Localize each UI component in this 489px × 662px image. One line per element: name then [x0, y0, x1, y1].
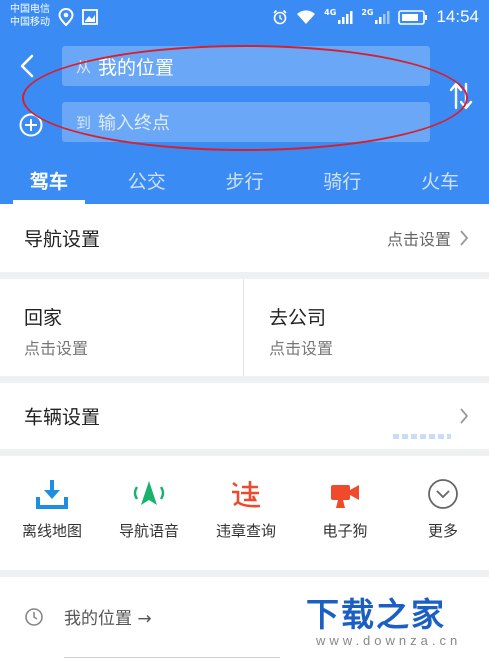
company-shortcut[interactable]: 去公司 点击设置: [245, 279, 489, 376]
navigation-settings-label: 导航设置: [24, 228, 101, 251]
tools-grid: 离线地图 导航语音 违章查询 电子狗 更多: [0, 456, 489, 570]
route-header: 从 我的位置 到 输入终点 驾车 公交 步行 骑行 火车: [0, 34, 489, 204]
speed-camera-label: 电子狗: [322, 522, 368, 540]
carrier-info: 中国电信 中国移动: [10, 3, 50, 29]
tab-train[interactable]: 火车: [391, 164, 489, 204]
clock: 14:54: [436, 7, 479, 26]
image-icon: [82, 9, 98, 25]
navigation-settings-action: 点击设置: [386, 230, 451, 249]
company-subtitle: 点击设置: [269, 339, 334, 358]
shortcut-places: 回家 点击设置 去公司 点击设置: [0, 279, 489, 376]
wifi-icon: [297, 10, 316, 24]
more-tools-label: 更多: [427, 522, 458, 540]
add-waypoint-button[interactable]: [18, 112, 44, 138]
speed-camera-button[interactable]: 电子狗: [295, 478, 395, 558]
watermark-logo: 下载之家: [306, 595, 446, 634]
signal-icon: [375, 11, 390, 24]
vehicle-settings-label: 车辆设置: [24, 406, 101, 429]
status-right: 4G 2G 14:54: [272, 7, 479, 27]
transport-tabs: 驾车 公交 步行 骑行 火车: [0, 164, 489, 204]
origin-prefix: 从: [76, 57, 92, 76]
camera-icon: [331, 485, 359, 508]
offline-map-label: 离线地图: [21, 522, 82, 540]
carrier-1: 中国电信: [10, 4, 50, 15]
clock-icon: [25, 608, 43, 626]
faded-text-fragment: [393, 434, 451, 439]
network-2g-label: 2G: [361, 8, 374, 17]
violation-icon: [232, 481, 261, 508]
tab-cycle[interactable]: 骑行: [293, 164, 391, 204]
network-4g-label: 4G: [324, 8, 337, 17]
tab-drive[interactable]: 驾车: [0, 164, 98, 204]
watermark-url: www.downza.cn: [316, 633, 462, 648]
signal-icon: [338, 11, 353, 24]
chevron-circle-icon: [428, 479, 458, 509]
home-title: 回家: [24, 307, 63, 329]
offline-map-button[interactable]: 离线地图: [2, 478, 102, 558]
carrier-2: 中国移动: [10, 17, 50, 28]
destination-placeholder: 输入终点: [98, 113, 170, 134]
home-shortcut[interactable]: 回家 点击设置: [0, 279, 244, 376]
more-tools-button[interactable]: 更多: [393, 478, 489, 558]
vehicle-settings-row[interactable]: 车辆设置: [0, 383, 489, 449]
battery-icon: [398, 9, 428, 25]
location-pin-icon: [58, 8, 74, 26]
download-icon: [36, 480, 68, 509]
origin-input[interactable]: 从 我的位置: [62, 46, 430, 86]
destination-input[interactable]: 到 输入终点: [62, 102, 430, 142]
origin-value: 我的位置: [98, 56, 175, 79]
tab-walk[interactable]: 步行: [196, 164, 294, 204]
home-subtitle: 点击设置: [24, 339, 89, 358]
tab-bus[interactable]: 公交: [98, 164, 196, 204]
history-entry: 我的位置 →: [64, 609, 152, 629]
navigation-voice-icon: [133, 481, 165, 505]
violation-query-button[interactable]: 违章查询: [196, 478, 296, 558]
back-button[interactable]: [16, 52, 40, 80]
destination-prefix: 到: [76, 113, 92, 132]
navigation-voice-label: 导航语音: [118, 522, 179, 540]
swap-icon[interactable]: [448, 80, 474, 112]
chevron-right-icon: [460, 230, 469, 246]
violation-query-label: 违章查询: [215, 522, 276, 540]
alarm-clock-icon: [273, 9, 287, 25]
navigation-settings-row[interactable]: 导航设置 点击设置: [0, 204, 489, 272]
chevron-right-icon: [460, 408, 469, 424]
history-divider: [64, 657, 280, 658]
navigation-voice-button[interactable]: 导航语音: [99, 478, 199, 558]
status-bar: 中国电信 中国移动 4G 2G 14:54: [0, 0, 489, 34]
company-title: 去公司: [269, 307, 327, 329]
